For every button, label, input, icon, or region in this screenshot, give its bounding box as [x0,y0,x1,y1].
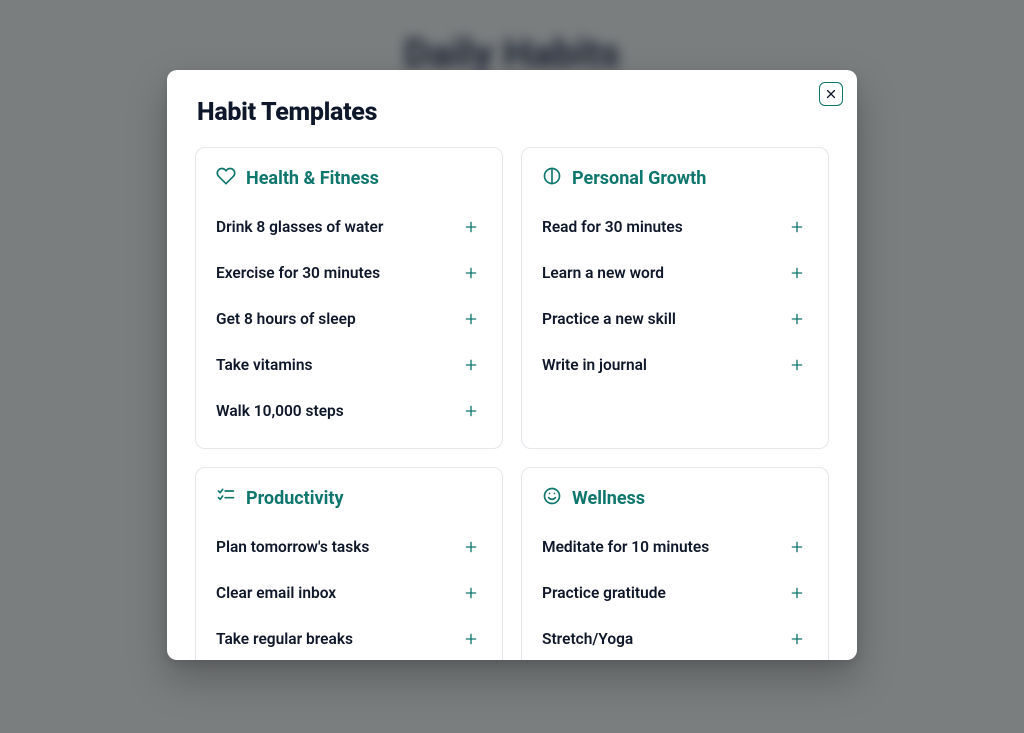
category-header: Health & Fitness [216,166,482,190]
add-template-button[interactable] [460,582,482,604]
template-item-label: Clear email inbox [216,584,336,602]
plus-icon [463,265,479,281]
template-item-label: Stretch/Yoga [542,630,633,648]
template-item[interactable]: Take vitamins [216,342,482,388]
template-item-label: Walk 10,000 steps [216,402,344,420]
add-template-button[interactable] [786,216,808,238]
add-template-button[interactable] [786,582,808,604]
heart-icon [216,166,236,190]
category-title: Productivity [246,488,344,509]
split-circle-icon [542,166,562,186]
add-template-button[interactable] [786,536,808,558]
plus-icon [789,631,805,647]
split-circle-icon [542,166,562,190]
template-item-label: Practice gratitude [542,584,666,602]
checklist-icon [216,486,236,506]
template-item-label: Write in journal [542,356,647,374]
checklist-icon [216,486,236,510]
plus-icon [463,631,479,647]
plus-icon [789,357,805,373]
template-item[interactable]: Walk 10,000 steps [216,388,482,434]
plus-icon [463,539,479,555]
add-template-button[interactable] [460,354,482,376]
category-card: Productivity Plan tomorrow's tasks Clear e… [195,467,503,660]
smile-icon [542,486,562,510]
modal-body: Health & Fitness Drink 8 glasses of water… [167,137,857,660]
habit-templates-modal: Habit Templates Health & Fitness Drink 8 … [167,70,857,660]
template-item-label: Exercise for 30 minutes [216,264,380,282]
category-title: Wellness [572,488,645,509]
category-title: Health & Fitness [246,168,379,189]
template-item[interactable]: Meditate for 10 minutes [542,524,808,570]
plus-icon [789,219,805,235]
template-item-label: Take vitamins [216,356,312,374]
add-template-button[interactable] [460,216,482,238]
template-item[interactable]: Learn a new word [542,250,808,296]
template-item[interactable]: Practice gratitude [542,570,808,616]
template-item[interactable]: Stretch/Yoga [542,616,808,660]
add-template-button[interactable] [786,354,808,376]
plus-icon [789,311,805,327]
template-item[interactable]: Clear email inbox [216,570,482,616]
add-template-button[interactable] [460,262,482,284]
template-item[interactable]: Plan tomorrow's tasks [216,524,482,570]
category-card: Health & Fitness Drink 8 glasses of water… [195,147,503,449]
template-item-label: Take regular breaks [216,630,353,648]
template-item-label: Drink 8 glasses of water [216,218,383,236]
plus-icon [789,585,805,601]
plus-icon [463,219,479,235]
plus-icon [463,311,479,327]
heart-icon [216,166,236,186]
add-template-button[interactable] [786,628,808,650]
modal-header: Habit Templates [167,70,857,137]
template-item[interactable]: Take regular breaks [216,616,482,660]
template-item-label: Plan tomorrow's tasks [216,538,369,556]
close-icon [824,87,838,101]
add-template-button[interactable] [786,308,808,330]
template-item[interactable]: Drink 8 glasses of water [216,204,482,250]
plus-icon [463,357,479,373]
template-item[interactable]: Get 8 hours of sleep [216,296,482,342]
plus-icon [463,585,479,601]
plus-icon [463,403,479,419]
template-item-label: Practice a new skill [542,310,676,328]
template-item[interactable]: Practice a new skill [542,296,808,342]
template-item[interactable]: Read for 30 minutes [542,204,808,250]
template-item[interactable]: Exercise for 30 minutes [216,250,482,296]
add-template-button[interactable] [786,262,808,284]
modal-title: Habit Templates [197,98,827,127]
plus-icon [789,265,805,281]
category-header: Personal Growth [542,166,808,190]
add-template-button[interactable] [460,536,482,558]
category-card: Personal Growth Read for 30 minutes Learn … [521,147,829,449]
close-button[interactable] [819,82,843,106]
add-template-button[interactable] [460,628,482,650]
category-grid: Health & Fitness Drink 8 glasses of water… [195,147,829,660]
template-item-label: Get 8 hours of sleep [216,310,356,328]
plus-icon [789,539,805,555]
category-title: Personal Growth [572,168,706,189]
template-item-label: Read for 30 minutes [542,218,683,236]
add-template-button[interactable] [460,400,482,422]
template-item-label: Meditate for 10 minutes [542,538,709,556]
category-header: Wellness [542,486,808,510]
category-card: Wellness Meditate for 10 minutes Practice … [521,467,829,660]
add-template-button[interactable] [460,308,482,330]
template-item-label: Learn a new word [542,264,664,282]
category-header: Productivity [216,486,482,510]
template-item[interactable]: Write in journal [542,342,808,388]
smile-icon [542,486,562,506]
